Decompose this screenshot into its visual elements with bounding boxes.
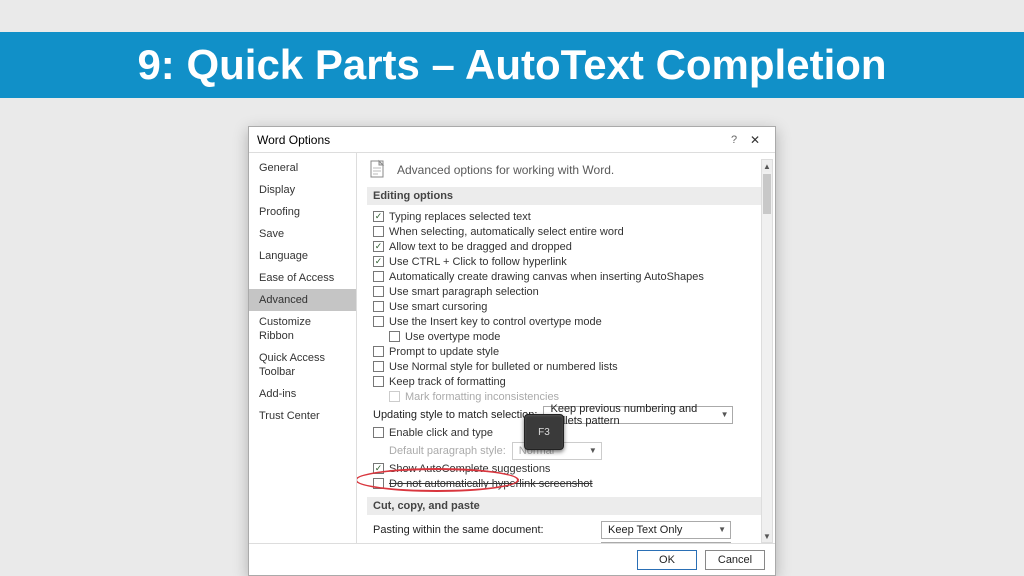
document-icon xyxy=(367,159,389,181)
checkbox-normal-bulleted[interactable] xyxy=(373,361,384,372)
chevron-down-icon: ▼ xyxy=(721,410,729,419)
checkbox-drag-drop[interactable] xyxy=(373,241,384,252)
cancel-button[interactable]: Cancel xyxy=(705,550,765,570)
label-overtype-mode: Use overtype mode xyxy=(405,331,500,343)
dialog-button-row: OK Cancel xyxy=(249,543,775,575)
options-main-panel: Advanced options for working with Word. … xyxy=(357,153,775,543)
checkbox-show-autocomplete[interactable] xyxy=(373,463,384,474)
help-button[interactable]: ? xyxy=(725,134,743,146)
chevron-down-icon: ▼ xyxy=(718,525,726,534)
label-normal-bulleted: Use Normal style for bulleted or numbere… xyxy=(389,361,618,373)
select-paste-between[interactable]: Keep Text Only ▼ xyxy=(601,542,731,544)
slide-banner: 9: Quick Parts – AutoText Completion xyxy=(0,32,1024,98)
label-ctrl-click-hyperlink: Use CTRL + Click to follow hyperlink xyxy=(389,256,567,268)
checkbox-keep-track-formatting[interactable] xyxy=(373,376,384,387)
sidebar-item-quick-access-toolbar[interactable]: Quick Access Toolbar xyxy=(249,347,356,383)
sidebar-item-general[interactable]: General xyxy=(249,157,356,179)
options-category-sidebar: General Display Proofing Save Language E… xyxy=(249,153,357,543)
sidebar-item-save[interactable]: Save xyxy=(249,223,356,245)
sidebar-item-advanced[interactable]: Advanced xyxy=(249,289,356,311)
scroll-down-arrow-icon[interactable]: ▼ xyxy=(762,530,772,542)
dialog-titlebar: Word Options ? ✕ xyxy=(249,127,775,153)
label-default-paragraph-style: Default paragraph style: xyxy=(389,445,506,457)
checkbox-typing-replaces[interactable] xyxy=(373,211,384,222)
checkbox-ctrl-click-hyperlink[interactable] xyxy=(373,256,384,267)
checkbox-smart-paragraph[interactable] xyxy=(373,286,384,297)
checkbox-no-auto-hyperlink-screenshot[interactable] xyxy=(373,478,384,489)
word-options-dialog: Word Options ? ✕ General Display Proofin… xyxy=(248,126,776,576)
label-prompt-update-style: Prompt to update style xyxy=(389,346,499,358)
label-insert-overtype: Use the Insert key to control overtype m… xyxy=(389,316,602,328)
checkbox-select-entire-word[interactable] xyxy=(373,226,384,237)
chevron-down-icon: ▼ xyxy=(589,446,597,455)
section-cut-copy-paste: Cut, copy, and paste xyxy=(367,497,761,515)
select-paste-within-value: Keep Text Only xyxy=(608,524,682,536)
slide-title: 9: Quick Parts – AutoText Completion xyxy=(137,41,886,89)
sidebar-item-trust-center[interactable]: Trust Center xyxy=(249,405,356,427)
ok-button[interactable]: OK xyxy=(637,550,697,570)
select-updating-style[interactable]: Keep previous numbering and bullets patt… xyxy=(543,406,733,424)
label-typing-replaces: Typing replaces selected text xyxy=(389,211,531,223)
label-enable-click-type: Enable click and type xyxy=(389,427,493,439)
label-no-auto-hyperlink-screenshot: Do not automatically hyperlink screensho… xyxy=(389,478,593,490)
sidebar-item-customize-ribbon[interactable]: Customize Ribbon xyxy=(249,311,356,347)
scroll-up-arrow-icon[interactable]: ▲ xyxy=(762,160,772,172)
scrollbar-thumb[interactable] xyxy=(763,174,771,214)
checkbox-drawing-canvas[interactable] xyxy=(373,271,384,282)
section-editing-options: Editing options xyxy=(367,187,761,205)
sidebar-item-proofing[interactable]: Proofing xyxy=(249,201,356,223)
checkbox-insert-overtype[interactable] xyxy=(373,316,384,327)
select-default-paragraph-style: Normal ▼ xyxy=(512,442,602,460)
select-default-paragraph-style-value: Normal xyxy=(519,445,554,457)
select-paste-within[interactable]: Keep Text Only ▼ xyxy=(601,521,731,539)
sidebar-item-language[interactable]: Language xyxy=(249,245,356,267)
sidebar-item-display[interactable]: Display xyxy=(249,179,356,201)
panel-heading: Advanced options for working with Word. xyxy=(397,163,614,177)
label-paste-within: Pasting within the same document: xyxy=(373,524,601,536)
label-mark-formatting: Mark formatting inconsistencies xyxy=(405,391,559,403)
select-updating-style-value: Keep previous numbering and bullets patt… xyxy=(550,403,714,427)
sidebar-item-add-ins[interactable]: Add-ins xyxy=(249,383,356,405)
label-select-entire-word: When selecting, automatically select ent… xyxy=(389,226,624,238)
vertical-scrollbar[interactable]: ▲ ▼ xyxy=(761,159,773,543)
label-smart-paragraph: Use smart paragraph selection xyxy=(389,286,539,298)
close-button[interactable]: ✕ xyxy=(743,133,767,147)
label-keep-track-formatting: Keep track of formatting xyxy=(389,376,506,388)
dialog-title: Word Options xyxy=(257,133,725,147)
checkbox-overtype-mode[interactable] xyxy=(389,331,400,342)
label-show-autocomplete: Show AutoComplete suggestions xyxy=(389,463,550,475)
label-drag-drop: Allow text to be dragged and dropped xyxy=(389,241,572,253)
checkbox-enable-click-type[interactable] xyxy=(373,427,384,438)
label-smart-cursoring: Use smart cursoring xyxy=(389,301,487,313)
checkbox-smart-cursoring[interactable] xyxy=(373,301,384,312)
checkbox-mark-formatting xyxy=(389,391,400,402)
label-updating-style: Updating style to match selection: xyxy=(373,409,537,421)
label-drawing-canvas: Automatically create drawing canvas when… xyxy=(389,271,704,283)
sidebar-item-ease-of-access[interactable]: Ease of Access xyxy=(249,267,356,289)
checkbox-prompt-update-style[interactable] xyxy=(373,346,384,357)
